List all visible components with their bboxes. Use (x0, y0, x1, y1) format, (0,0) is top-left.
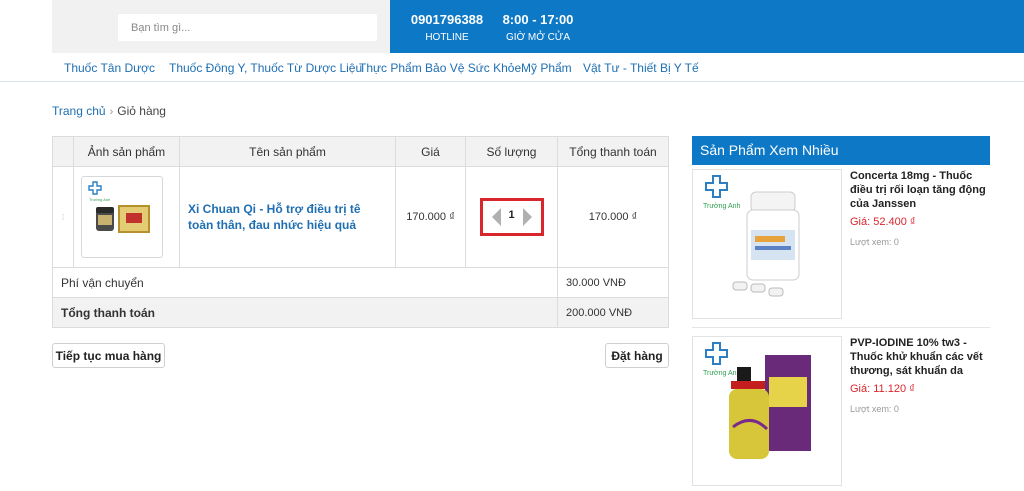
most-viewed-sidebar: Sản Phẩm Xem Nhiều Trường Anh Concerta 1… (692, 136, 990, 486)
sidebar-product-views: Lượt xem: 0 (850, 404, 899, 414)
breadcrumb: Trang chủ › Giỏ hàng (52, 104, 166, 118)
sidebar-product-views: Lượt xem: 0 (850, 237, 899, 247)
product-image-cell: Trường Anh (73, 166, 180, 268)
cart-table: Ảnh sản phẩm Tên sản phẩm Giá Số lượng T… (52, 136, 669, 328)
sidebar-product-thumb[interactable]: Trường Anh (692, 169, 842, 319)
quantity-cell: 1 (465, 166, 558, 268)
sidebar-thumb-brand: Trường Anh (703, 203, 741, 210)
nav-item-dong-y[interactable]: Thuốc Đông Y, Thuốc Từ Dược Liệu (169, 61, 362, 75)
decrease-arrow-icon[interactable] (491, 208, 501, 226)
sidebar-thumb-brand: Trường Anh (703, 370, 741, 377)
product-thumb-brand: Trường Anh (89, 197, 110, 202)
breadcrumb-separator: › (109, 106, 114, 118)
increase-arrow-icon[interactable] (522, 208, 532, 226)
sidebar-product-price: Giá: 52.400 ₫ (850, 216, 916, 228)
col-price: Giá (395, 136, 466, 167)
search-input[interactable] (118, 14, 377, 41)
product-image-icon: Trường Anh (88, 181, 150, 233)
sidebar-product-title[interactable]: Concerta 18mg - Thuốc điều trị rối loạn … (850, 169, 990, 211)
opening-hours-label: GIỜ MỞ CỬA (505, 32, 571, 43)
product-thumbnail[interactable]: Trường Anh (81, 176, 163, 258)
quantity-stepper: 1 (479, 198, 544, 236)
sidebar-product-price: Giá: 11.120 ₫ (850, 383, 915, 395)
header-left-spacer (0, 0, 52, 53)
col-handle (52, 136, 74, 167)
product-total: 170.000 ₫ (557, 166, 669, 268)
shipping-label: Phí vận chuyển (52, 267, 558, 298)
nav-item-vat-tu[interactable]: Vật Tư - Thiết Bị Y Tế (583, 61, 699, 75)
cart-header-row: Ảnh sản phẩm Tên sản phẩm Giá Số lượng T… (52, 136, 669, 167)
continue-shopping-button[interactable]: Tiếp tục mua hàng (52, 343, 165, 368)
nav-item-my-pham[interactable]: Mỹ Phẩm (521, 61, 572, 75)
breadcrumb-home[interactable]: Trang chủ (52, 104, 106, 118)
main-nav: Thuốc Tân Dược Thuốc Đông Y, Thuốc Từ Dư… (0, 53, 1024, 82)
col-name: Tên sản phẩm (179, 136, 396, 167)
shipping-row: Phí vận chuyển 30.000 VNĐ (52, 267, 669, 298)
hotline-number[interactable]: 0901796388 (404, 12, 490, 27)
col-total: Tổng thanh toán (557, 136, 669, 167)
table-row: ⁞ Trường Anh Xi Chuan Qi - Hỗ trợ điều t… (52, 166, 669, 268)
sidebar-product-thumb[interactable]: Trường Anh (692, 336, 842, 486)
grand-total-row: Tổng thanh toán 200.000 VNĐ (52, 297, 669, 328)
place-order-button[interactable]: Đặt hàng (605, 343, 669, 368)
opening-hours-block: 8:00 - 17:00 GIỜ MỞ CỬA (500, 12, 576, 43)
sidebar-divider (692, 327, 990, 328)
product-price: 170.000 ₫ (395, 166, 466, 268)
sidebar-product-info: PVP-IODINE 10% tw3 - Thuốc khử khuẩn các… (850, 336, 990, 414)
grand-total-label: Tổng thanh toán (52, 297, 558, 328)
nav-item-tan-duoc[interactable]: Thuốc Tân Dược (64, 61, 155, 75)
hotline-block[interactable]: 0901796388 HOTLINE (404, 12, 490, 43)
product-name-cell: Xi Chuan Qi - Hỗ trợ điều trị tê toàn th… (179, 166, 396, 268)
nav-item-thuc-pham[interactable]: Thực Phẩm Bảo Vệ Sức Khỏe (359, 61, 521, 75)
sidebar-title: Sản Phẩm Xem Nhiều (692, 136, 990, 165)
sidebar-product-title[interactable]: PVP-IODINE 10% tw3 - Thuốc khử khuẩn các… (850, 336, 990, 378)
shipping-value: 30.000 VNĐ (557, 267, 669, 298)
hotline-label: HOTLINE (425, 32, 469, 43)
col-image: Ảnh sản phẩm (73, 136, 180, 167)
product-image-icon: Trường Anh (703, 175, 800, 297)
opening-hours-value: 8:00 - 17:00 (502, 12, 574, 27)
quantity-value[interactable]: 1 (503, 209, 521, 221)
row-drag-handle[interactable]: ⁞ (52, 166, 74, 268)
product-name-link[interactable]: Xi Chuan Qi - Hỗ trợ điều trị tê toàn th… (188, 201, 387, 233)
site-header: 0901796388 HOTLINE 8:00 - 17:00 GIỜ MỞ C… (0, 0, 1024, 53)
grand-total-value: 200.000 VNĐ (557, 297, 669, 328)
breadcrumb-current: Giỏ hàng (117, 104, 166, 118)
sidebar-product-info: Concerta 18mg - Thuốc điều trị rối loạn … (850, 169, 990, 247)
col-quantity: Số lượng (465, 136, 558, 167)
product-image-icon: Trường Anh (703, 342, 811, 459)
